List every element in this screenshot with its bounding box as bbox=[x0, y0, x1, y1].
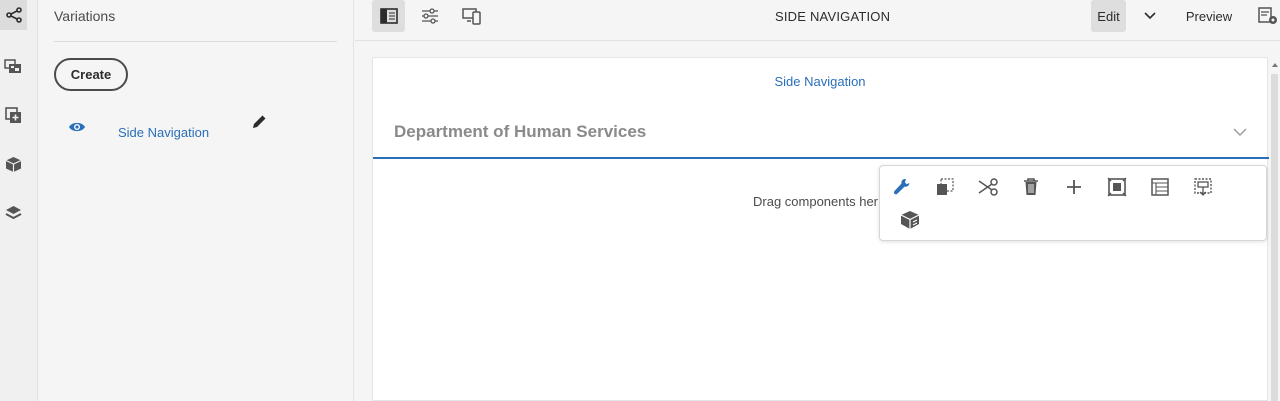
pencil-icon[interactable] bbox=[250, 113, 270, 133]
convert-component-icon[interactable] bbox=[897, 207, 923, 233]
component-toolbar bbox=[879, 165, 1267, 241]
share-tree-icon[interactable] bbox=[0, 0, 27, 30]
variation-item[interactable]: Side Navigation bbox=[68, 113, 278, 146]
add-component-icon[interactable] bbox=[3, 105, 23, 125]
assets-icon[interactable] bbox=[3, 56, 23, 76]
toggle-side-panel-icon[interactable] bbox=[372, 0, 405, 32]
component-cube-icon[interactable] bbox=[3, 154, 23, 174]
create-button[interactable]: Create bbox=[54, 58, 128, 91]
insert-plus-icon[interactable] bbox=[1061, 174, 1087, 200]
page-info-icon[interactable] bbox=[1257, 0, 1279, 32]
preview-button[interactable]: Preview bbox=[1181, 0, 1237, 32]
properties-sliders-icon[interactable] bbox=[415, 0, 445, 32]
side-navigation-heading[interactable]: Side Navigation bbox=[373, 74, 1267, 89]
variations-panel: Variations Create Side Navigation bbox=[38, 0, 354, 401]
group-icon[interactable] bbox=[1190, 174, 1216, 200]
layout-icon[interactable] bbox=[1147, 174, 1173, 200]
scroll-up-arrow-icon[interactable] bbox=[1269, 58, 1280, 72]
variation-label[interactable]: Side Navigation bbox=[118, 125, 209, 140]
emulator-devices-icon[interactable] bbox=[457, 0, 487, 32]
panel-divider bbox=[54, 41, 337, 42]
cut-scissors-icon[interactable] bbox=[975, 174, 1001, 200]
chevron-down-icon[interactable] bbox=[1233, 124, 1247, 138]
department-accordion[interactable]: Department of Human Services bbox=[373, 102, 1269, 159]
page-title: SIDE NAVIGATION bbox=[775, 9, 891, 24]
select-parent-icon[interactable] bbox=[1104, 174, 1130, 200]
layers-icon[interactable] bbox=[3, 203, 23, 223]
chevron-down-icon[interactable] bbox=[1140, 0, 1160, 32]
top-toolbar: SIDE NAVIGATION Edit Preview bbox=[355, 0, 1280, 41]
preview-label: Preview bbox=[1185, 8, 1233, 24]
configure-wrench-icon[interactable] bbox=[889, 174, 915, 200]
drag-components-placeholder[interactable]: Drag components her bbox=[753, 194, 878, 209]
scrollbar[interactable] bbox=[1271, 74, 1278, 401]
eye-icon[interactable] bbox=[68, 120, 88, 134]
panel-title: Variations bbox=[54, 8, 116, 24]
copy-icon[interactable] bbox=[932, 174, 958, 200]
left-rail bbox=[0, 0, 38, 401]
edit-label: Edit bbox=[1097, 8, 1120, 24]
edit-mode-button[interactable]: Edit bbox=[1091, 0, 1126, 32]
department-title: Department of Human Services bbox=[394, 122, 647, 141]
delete-trash-icon[interactable] bbox=[1018, 174, 1044, 200]
